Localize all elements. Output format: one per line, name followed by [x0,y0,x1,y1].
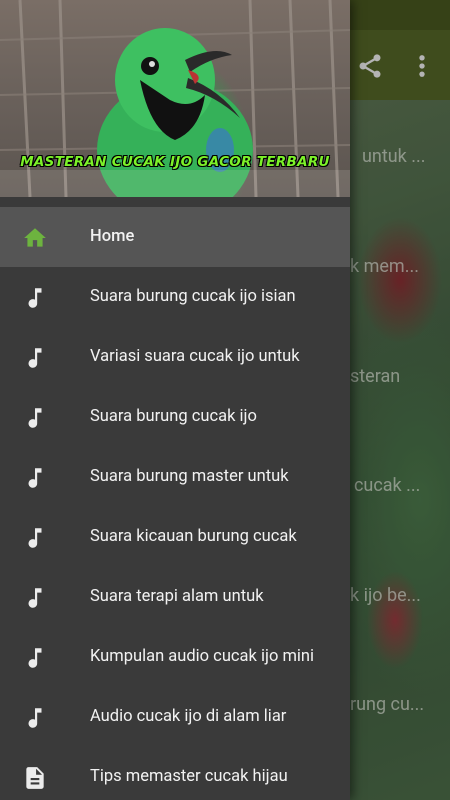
music-note-icon [28,528,42,548]
menu-item-label: Tips memaster cucak hijau [90,767,288,786]
music-note-icon [28,468,42,488]
drawer-header: MASTERAN CUCAK IJO GACOR TERBARU [0,0,350,197]
menu-item-audio[interactable]: Variasi suara cucak ijo untuk [0,327,350,387]
menu-item-label: Home [90,227,135,246]
menu-item-audio[interactable]: Suara burung cucak ijo [0,387,350,447]
header-caption: MASTERAN CUCAK IJO GACOR TERBARU [20,154,330,170]
menu-item-label: Suara burung master untuk [90,467,289,486]
menu-item-audio[interactable]: Suara terapi alam untuk [0,567,350,627]
drawer-menu: Home Suara burung cucak ijo isian Varias… [0,207,350,800]
music-note-icon [28,408,42,428]
menu-item-label: Audio cucak ijo di alam liar [90,707,287,726]
menu-item-home[interactable]: Home [0,207,350,267]
music-note-icon [28,288,42,308]
menu-item-label: Suara burung cucak ijo [90,407,257,426]
menu-item-label: Suara kicauan burung cucak [90,527,297,546]
menu-item-label: Suara terapi alam untuk [90,587,264,606]
music-note-icon [28,348,42,368]
menu-item-audio[interactable]: Suara kicauan burung cucak [0,507,350,567]
music-note-icon [28,708,42,728]
menu-item-label: Variasi suara cucak ijo untuk [90,347,300,366]
menu-item-label: Kumpulan audio cucak ijo mini [90,647,315,666]
menu-item-audio[interactable]: Kumpulan audio cucak ijo mini [0,627,350,687]
home-icon [24,228,46,247]
navigation-drawer: MASTERAN CUCAK IJO GACOR TERBARU Home Su… [0,0,350,800]
menu-item-audio[interactable]: Suara burung cucak ijo isian [0,267,350,327]
menu-item-tips[interactable]: Tips memaster cucak hijau [0,747,350,800]
music-note-icon [28,588,42,608]
menu-item-audio[interactable]: Suara burung master untuk [0,447,350,507]
music-note-icon [28,648,42,668]
document-icon [26,767,44,789]
menu-item-label: Suara burung cucak ijo isian [90,287,296,306]
menu-item-audio[interactable]: Audio cucak ijo di alam liar [0,687,350,747]
